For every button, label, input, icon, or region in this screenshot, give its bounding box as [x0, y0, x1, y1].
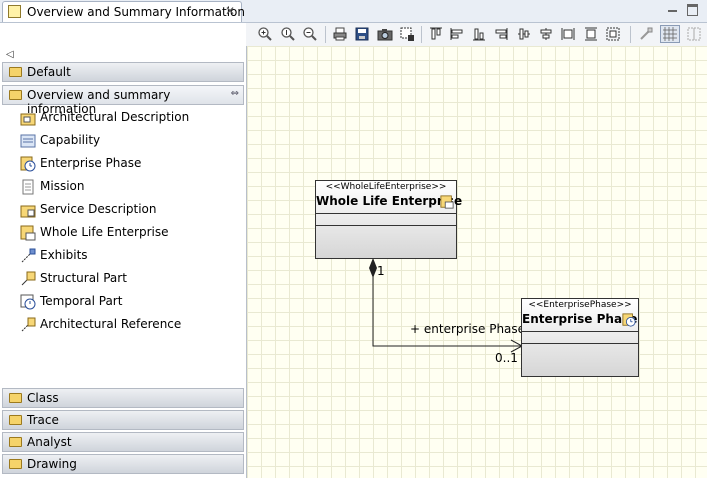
capability-icon: [20, 134, 36, 148]
architectural-description-icon: [20, 113, 36, 126]
palette-item-label: Enterprise Phase: [40, 156, 142, 170]
temporal-part-icon: [20, 294, 36, 310]
whole-life-enterprise-element[interactable]: <<WholeLifeEnterprise>> Whole Life Enter…: [315, 180, 462, 259]
drawer-trace[interactable]: Trace: [2, 410, 244, 430]
folder-icon: [9, 415, 22, 425]
palette-item-label: Whole Life Enterprise: [40, 225, 169, 239]
palette-panel: ◁ Default Overview and summary informati…: [0, 46, 247, 478]
palette-item-label: Temporal Part: [40, 294, 123, 308]
snap-to-grid-icon[interactable]: [660, 25, 680, 43]
folder-icon: [9, 459, 22, 469]
folder-icon: [9, 393, 22, 403]
align-middle-icon[interactable]: [516, 26, 532, 42]
align-left-icon[interactable]: [449, 26, 465, 42]
diagram-icon: [8, 5, 21, 18]
palette-item-architectural-reference[interactable]: Architectural Reference: [20, 315, 240, 335]
association-role-label: + enterprise Phase: [410, 322, 526, 336]
palette-item-label: Architectural Reference: [40, 317, 182, 331]
palette-item-structural-part[interactable]: Structural Part: [20, 269, 240, 289]
enterprise-phase-icon: [20, 156, 36, 172]
align-bottom-icon[interactable]: [471, 26, 487, 42]
collapse-palette-icon[interactable]: ◁: [6, 49, 14, 60]
element-name: Enterprise Phase: [522, 312, 638, 326]
align-center-icon[interactable]: [538, 26, 554, 42]
source-multiplicity: 1: [377, 264, 385, 278]
same-width-icon[interactable]: [560, 26, 576, 42]
drawer-analyst[interactable]: Analyst: [2, 432, 244, 452]
folder-icon: [9, 437, 22, 447]
diagram-toolbar: [246, 23, 707, 47]
whole-life-enterprise-icon: [20, 225, 36, 241]
editor-tab-bar: Overview and Summary Information ✕: [0, 0, 707, 23]
palette-item-enterprise-phase[interactable]: Enterprise Phase: [20, 154, 240, 174]
format-painter-icon[interactable]: [638, 26, 654, 42]
palette-item-exhibits[interactable]: Exhibits: [20, 246, 240, 266]
enterprise-phase-element[interactable]: <<EnterprisePhase>> Enterprise Phase: [521, 298, 639, 377]
grid-layout-icon[interactable]: [686, 26, 702, 42]
drawer-label: Default: [27, 65, 71, 79]
palette-item-label: Capability: [40, 133, 101, 147]
drawer-label: Analyst: [27, 435, 72, 449]
palette-item-label: Exhibits: [40, 248, 88, 262]
association-connector[interactable]: [247, 46, 707, 478]
palette-item-architectural-description[interactable]: Architectural Description: [20, 108, 240, 128]
service-description-icon: [20, 205, 36, 218]
drawer-label: Trace: [27, 413, 59, 427]
folder-open-icon: [9, 90, 22, 100]
target-multiplicity: 0..1: [495, 351, 518, 365]
print-icon[interactable]: [332, 26, 348, 42]
whole-life-enterprise-icon: [440, 195, 454, 209]
exhibits-connector-icon: [21, 248, 36, 263]
palette-item-temporal-part[interactable]: Temporal Part: [20, 292, 240, 312]
camera-icon[interactable]: [377, 26, 393, 42]
stereotype-label: <<WholeLifeEnterprise>>: [325, 182, 447, 192]
maximize-icon[interactable]: [687, 4, 698, 16]
composition-diamond-icon: [369, 258, 377, 278]
structural-part-icon: [21, 271, 36, 286]
drawer-label: Class: [27, 391, 59, 405]
drawer-default[interactable]: Default: [2, 62, 244, 82]
align-right-icon[interactable]: [493, 26, 509, 42]
folder-icon: [9, 67, 22, 77]
zoom-out-icon[interactable]: [302, 26, 318, 42]
palette-item-capability[interactable]: Capability: [20, 131, 240, 151]
mission-icon: [22, 179, 34, 195]
enterprise-phase-icon: [622, 313, 636, 327]
pin-drawer-icon[interactable]: ⇔: [231, 88, 239, 99]
editor-tab[interactable]: Overview and Summary Information ✕: [2, 1, 245, 22]
drawer-class[interactable]: Class: [2, 388, 244, 408]
same-size-icon[interactable]: [605, 26, 621, 42]
drawer-overview-summary[interactable]: Overview and summary information ⇔: [2, 85, 244, 116]
architectural-reference-icon: [21, 317, 36, 332]
minimize-icon[interactable]: [668, 4, 677, 12]
same-height-icon[interactable]: [583, 26, 599, 42]
close-tab-icon[interactable]: ✕: [225, 4, 235, 18]
zoom-in-icon[interactable]: [257, 26, 273, 42]
palette-item-whole-life-enterprise[interactable]: Whole Life Enterprise: [20, 223, 240, 243]
drawer-drawing[interactable]: Drawing: [2, 454, 244, 474]
zoom-actual-icon[interactable]: [280, 26, 296, 42]
save-icon[interactable]: [354, 26, 370, 42]
palette-item-label: Structural Part: [40, 271, 127, 285]
palette-item-mission[interactable]: Mission: [20, 177, 240, 197]
palette-item-service-description[interactable]: Service Description: [20, 200, 240, 220]
palette-item-label: Architectural Description: [40, 110, 190, 124]
align-top-icon[interactable]: [428, 26, 444, 42]
export-icon[interactable]: [399, 26, 415, 42]
palette-item-label: Service Description: [40, 202, 157, 216]
editor-tab-title: Overview and Summary Information: [27, 5, 245, 19]
diagram-canvas[interactable]: 1 + enterprise Phase 0..1 <<WholeLifeEnt…: [247, 46, 707, 478]
palette-item-label: Mission: [40, 179, 85, 193]
stereotype-label: <<EnterprisePhase>>: [528, 300, 632, 310]
drawer-label: Drawing: [27, 457, 77, 471]
